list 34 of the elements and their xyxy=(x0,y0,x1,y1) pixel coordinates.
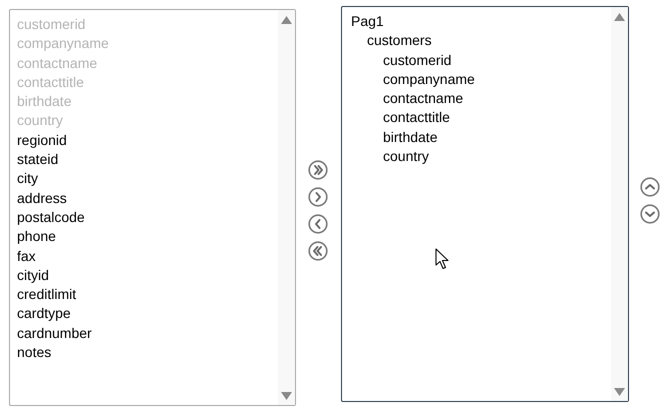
selected-fields-tree[interactable]: Pag1 customers customerid companyname contactname contacttitle birthdate country xyxy=(341,6,629,402)
scrollbar[interactable] xyxy=(611,7,628,401)
tree-item[interactable]: customerid xyxy=(383,50,452,70)
list-item[interactable]: regionid xyxy=(17,130,67,150)
tree-item[interactable]: Pag1 xyxy=(351,12,384,32)
scroll-down-arrow[interactable] xyxy=(614,388,625,396)
add-all-button[interactable] xyxy=(308,160,328,180)
list-item[interactable]: cardtype xyxy=(17,304,71,324)
list-item[interactable]: notes xyxy=(17,343,52,362)
list-item[interactable]: fax xyxy=(17,246,36,266)
list-item[interactable]: cardnumber xyxy=(17,324,92,344)
remove-all-button[interactable] xyxy=(308,241,328,261)
list-item[interactable]: cityid xyxy=(17,266,49,286)
tree-item[interactable]: contactname xyxy=(383,89,464,108)
scroll-up-arrow[interactable] xyxy=(614,13,625,21)
move-down-button[interactable] xyxy=(640,204,660,224)
list-item[interactable]: postalcode xyxy=(17,208,85,228)
tree-item[interactable]: birthdate xyxy=(383,128,438,148)
list-item[interactable]: creditlimit xyxy=(17,285,76,304)
list-item[interactable]: city xyxy=(17,169,38,189)
scroll-up-arrow[interactable] xyxy=(281,16,292,24)
tree-item[interactable]: contacttitle xyxy=(383,108,450,128)
remove-button[interactable] xyxy=(308,214,328,234)
move-up-button[interactable] xyxy=(640,177,660,197)
list-item[interactable]: stateid xyxy=(17,150,58,170)
scroll-down-arrow[interactable] xyxy=(281,392,292,400)
scrollbar[interactable] xyxy=(278,10,295,405)
add-button[interactable] xyxy=(308,187,328,207)
tree-item[interactable]: country xyxy=(383,147,429,166)
mouse-pointer-icon xyxy=(435,248,451,270)
tree-item[interactable]: companyname xyxy=(383,70,475,90)
tree-item[interactable]: customers xyxy=(367,31,432,51)
list-item[interactable]: phone xyxy=(17,227,56,247)
list-item[interactable]: address xyxy=(17,188,67,208)
